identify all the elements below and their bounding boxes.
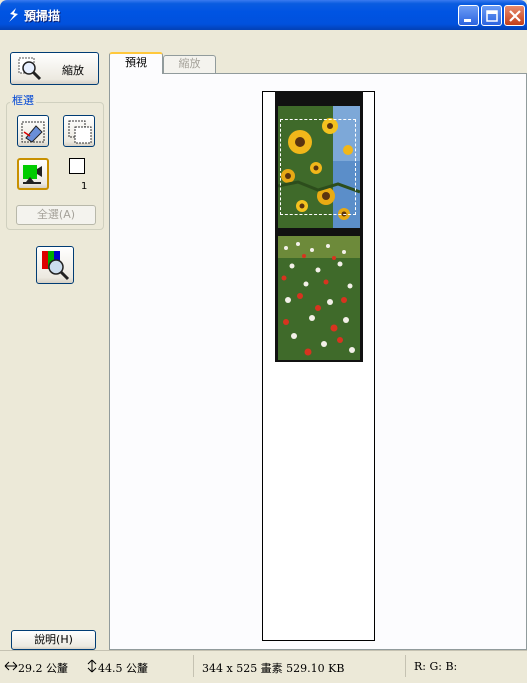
auto-locate-icon <box>42 251 70 281</box>
minimize-icon <box>464 19 471 22</box>
zoom-label: 縮放 <box>62 64 84 77</box>
marquee-count: 1 <box>81 181 88 192</box>
tab-zoom[interactable]: 縮放 <box>163 55 216 73</box>
marquee-count-box <box>69 158 85 174</box>
select-all-button[interactable]: 全選(A) <box>16 205 96 225</box>
close-button[interactable] <box>504 5 525 26</box>
image-size-readout: 344 x 525 畫素 529.10 KB <box>202 662 345 675</box>
vertical-arrow-icon <box>87 659 97 673</box>
selection-marquee[interactable] <box>280 119 356 215</box>
preview-image-flower-field[interactable] <box>278 236 360 360</box>
delete-marquee-button[interactable] <box>17 115 49 147</box>
magnifier-icon <box>18 57 42 81</box>
window-title: 預掃描 <box>24 9 61 23</box>
minimize-button[interactable] <box>458 5 479 26</box>
duplicate-marquee-button[interactable] <box>63 115 95 147</box>
rgb-readout: R: G: B: <box>414 660 458 673</box>
maximize-icon <box>486 10 498 22</box>
height-readout: 44.5 公釐 <box>98 662 148 675</box>
left-toolbar: 縮放 框選 1 全選(A) 說明(H) <box>0 30 109 650</box>
auto-locate-button[interactable] <box>36 246 74 284</box>
marquee-delete-icon <box>21 121 45 143</box>
close-icon <box>509 10 521 22</box>
help-button[interactable]: 說明(H) <box>11 630 96 650</box>
app-icon <box>9 8 18 22</box>
status-separator <box>193 655 194 677</box>
title-bar: 預掃描 <box>0 0 527 30</box>
marquee-group-label: 框選 <box>10 92 36 108</box>
marquee-duplicate-icon <box>68 120 92 144</box>
image-type-button[interactable] <box>17 158 49 190</box>
tab-preview[interactable]: 預視 <box>109 52 163 74</box>
status-separator <box>405 655 406 677</box>
horizontal-arrow-icon <box>4 661 18 671</box>
image-type-icon <box>23 165 42 184</box>
maximize-button[interactable] <box>481 5 502 26</box>
status-bar: 29.2 公釐 44.5 公釐 344 x 525 畫素 529.10 KB R… <box>0 650 527 683</box>
width-readout: 29.2 公釐 <box>18 662 68 675</box>
zoom-button[interactable]: 縮放 <box>10 52 99 85</box>
